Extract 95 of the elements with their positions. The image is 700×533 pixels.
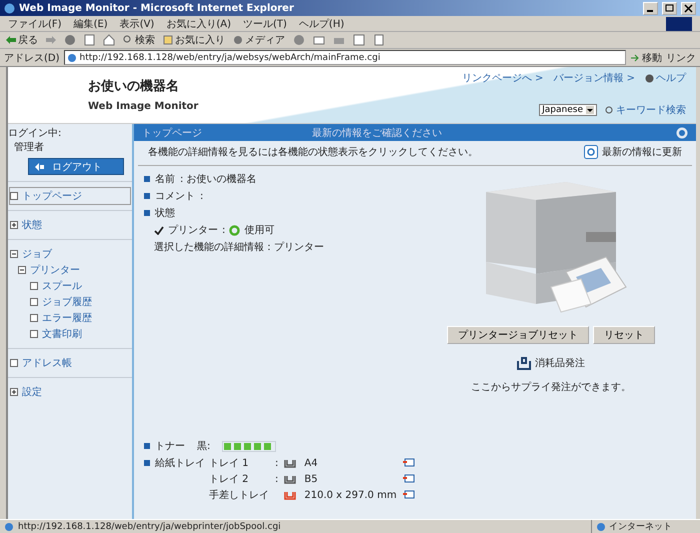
header-link[interactable]: リンクページへ > bbox=[462, 71, 544, 85]
dropdown-arrow-icon bbox=[586, 106, 594, 114]
tray-name: トレイ 2 bbox=[209, 473, 250, 486]
paper-size: 210.0 x 297.0 mm bbox=[304, 490, 397, 500]
info-value: : お使いの機器名 bbox=[180, 172, 257, 186]
menu-item[interactable]: ヘルプ(H) bbox=[298, 16, 344, 30]
info-label: 名前 bbox=[155, 173, 175, 186]
collapse-icon[interactable] bbox=[18, 266, 26, 274]
expand-icon[interactable] bbox=[10, 388, 18, 396]
nav-item[interactable]: アドレス帳 bbox=[10, 355, 130, 371]
nav-item[interactable]: ジョブ bbox=[10, 246, 130, 262]
nav-item[interactable]: エラー履歴 bbox=[10, 310, 130, 326]
links-button[interactable]: リンク bbox=[666, 50, 696, 64]
breadcrumb: トップページ bbox=[142, 126, 203, 140]
menu-item[interactable]: ファイル(F) bbox=[8, 16, 62, 30]
nav-item[interactable]: 状態 bbox=[10, 217, 130, 233]
user-name: 管理者 bbox=[13, 140, 45, 154]
media-button[interactable]: メディア bbox=[233, 33, 285, 47]
security-zone: インターネット bbox=[591, 520, 696, 533]
nav-item[interactable]: 設定 bbox=[10, 384, 130, 400]
logout-button[interactable]: ログアウト bbox=[28, 158, 124, 175]
menu-item[interactable]: ツール(T) bbox=[243, 16, 287, 30]
mail-icon[interactable] bbox=[313, 34, 325, 46]
check-icon bbox=[154, 226, 164, 234]
paper-size: B5 bbox=[304, 474, 319, 484]
globe-icon bbox=[596, 522, 606, 532]
nav-item[interactable]: ジョブ履歴 bbox=[10, 294, 130, 310]
language-select[interactable]: Japanese bbox=[539, 104, 597, 116]
logout-icon bbox=[35, 162, 44, 170]
go-button[interactable]: 移動 bbox=[630, 50, 662, 64]
info-value: : bbox=[200, 190, 204, 202]
reset-button[interactable]: プリンタージョブリセット bbox=[447, 326, 589, 344]
status-url: http://192.168.1.128/web/entry/ja/webprinter/jobSpool.cgi bbox=[18, 522, 282, 532]
window-title: Web Image Monitor - Microsoft Internet Explorer bbox=[19, 2, 295, 14]
device-name: お使いの機器名 bbox=[88, 78, 180, 95]
menu-item[interactable]: 表示(V) bbox=[120, 16, 154, 30]
nav-item[interactable]: トップページ bbox=[10, 188, 130, 204]
header-link[interactable]: バージョン情報 > bbox=[553, 71, 635, 85]
keyword-search-link[interactable]: キーワード検索 bbox=[605, 103, 686, 117]
nav-item[interactable]: スプール bbox=[10, 278, 130, 294]
separator: : bbox=[222, 224, 226, 236]
tray-name: 手差しトレイ bbox=[209, 488, 269, 502]
search-button[interactable]: 検索 bbox=[123, 33, 155, 47]
tray-name: トレイ 1 bbox=[209, 457, 250, 470]
toner-color: 黒: bbox=[197, 440, 210, 453]
toner-label: トナー bbox=[155, 440, 185, 453]
bullet-icon bbox=[144, 193, 150, 199]
info-label: 状態 bbox=[155, 206, 175, 220]
arrow-icon bbox=[630, 52, 640, 62]
bullet-icon bbox=[144, 443, 150, 449]
ready-icon bbox=[229, 224, 240, 236]
address-label: アドレス(D) bbox=[4, 52, 60, 64]
search-icon bbox=[123, 35, 133, 45]
home-icon[interactable] bbox=[103, 34, 115, 46]
back-arrow-icon bbox=[6, 36, 16, 44]
status-link[interactable]: プリンター bbox=[168, 223, 218, 237]
address-field[interactable]: http://192.168.1.128/web/entry/ja/websys/webArch/mainFrame.cgi bbox=[64, 50, 626, 65]
supply-note: ここからサプライ発注ができます。 bbox=[471, 380, 631, 394]
refresh-button[interactable]: 最新の情報に更新 bbox=[584, 145, 682, 159]
status-text: 使用可 bbox=[244, 224, 274, 237]
paper-icon bbox=[402, 490, 415, 500]
menu-item[interactable]: お気に入り(A) bbox=[166, 16, 231, 30]
nav-item[interactable]: プリンター bbox=[10, 262, 130, 278]
search-icon bbox=[605, 106, 614, 114]
tray-label: 給紙トレイ bbox=[155, 457, 205, 470]
supply-order-link[interactable]: 消耗品発注 bbox=[517, 356, 585, 370]
folder-icon bbox=[163, 35, 173, 45]
paper-icon bbox=[402, 458, 415, 468]
info-label: コメント bbox=[155, 190, 195, 203]
maximize-button[interactable] bbox=[662, 2, 677, 14]
browser-icon bbox=[4, 2, 15, 14]
separator: : bbox=[275, 458, 278, 468]
paper-size: A4 bbox=[304, 458, 319, 468]
notice-text: 最新の情報をご確認ください bbox=[312, 126, 443, 140]
collapse-icon[interactable] bbox=[10, 250, 18, 258]
bullet-icon bbox=[144, 176, 150, 182]
windows-logo bbox=[666, 16, 692, 30]
nav-item[interactable]: 文書印刷 bbox=[10, 326, 130, 342]
back-button[interactable]: 戻る bbox=[6, 33, 38, 47]
minimize-button[interactable] bbox=[643, 2, 658, 14]
reset-button[interactable]: リセット bbox=[593, 326, 655, 344]
expand-icon[interactable] bbox=[10, 221, 18, 229]
close-button[interactable] bbox=[681, 2, 696, 14]
separator: : bbox=[275, 474, 278, 484]
help-link[interactable]: ヘルプ bbox=[645, 71, 686, 85]
menu-item[interactable]: 編集(E) bbox=[74, 16, 108, 30]
instruction-text: 各機能の詳細情報を見るには各機能の状態表示をクリックしてください。 bbox=[148, 146, 478, 159]
paper-icon bbox=[402, 474, 415, 484]
selected-detail: 選択した機能の詳細情報：プリンター bbox=[153, 240, 325, 254]
favorites-button[interactable]: お気に入り bbox=[163, 33, 225, 47]
login-label: ログイン中: bbox=[8, 126, 62, 140]
bullet-icon bbox=[144, 460, 150, 466]
tray-icon bbox=[517, 356, 531, 370]
product-name: Web Image Monitor bbox=[88, 101, 200, 112]
bullet-icon bbox=[144, 210, 150, 216]
